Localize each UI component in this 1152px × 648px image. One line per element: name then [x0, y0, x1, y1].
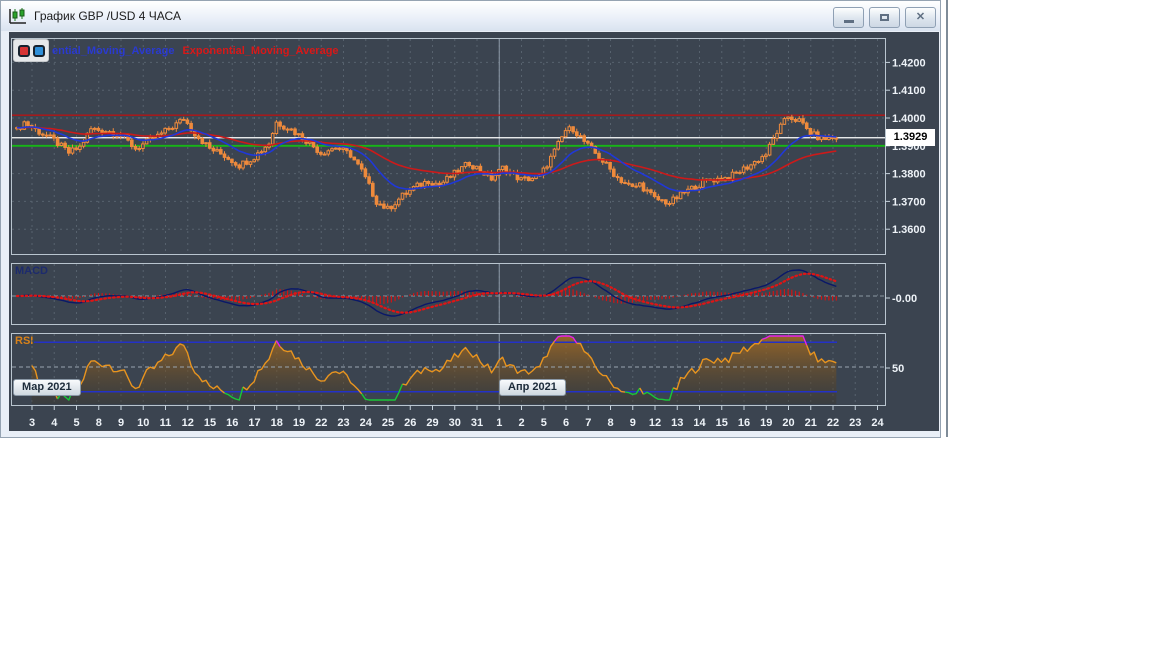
svg-text:7: 7: [585, 417, 591, 429]
svg-text:14: 14: [693, 417, 706, 429]
svg-text:16: 16: [226, 417, 238, 429]
indicator-legend: ential_Moving_Average Exponential_Moving…: [13, 39, 347, 62]
month-label-march: Мар 2021: [13, 379, 81, 396]
svg-text:3: 3: [29, 417, 35, 429]
svg-text:30: 30: [449, 417, 461, 429]
svg-text:1.4000: 1.4000: [892, 113, 926, 125]
svg-text:22: 22: [827, 417, 839, 429]
svg-text:29: 29: [426, 417, 438, 429]
svg-text:1: 1: [496, 417, 502, 429]
svg-text:5: 5: [73, 417, 79, 429]
svg-text:18: 18: [271, 417, 283, 429]
svg-text:19: 19: [760, 417, 772, 429]
candles: [15, 114, 839, 212]
svg-text:17: 17: [248, 417, 260, 429]
svg-text:9: 9: [630, 417, 636, 429]
svg-text:12: 12: [182, 417, 194, 429]
svg-text:1.3700: 1.3700: [892, 196, 926, 208]
svg-text:15: 15: [716, 417, 728, 429]
svg-text:31: 31: [471, 417, 483, 429]
svg-text:20: 20: [782, 417, 794, 429]
svg-text:6: 6: [563, 417, 569, 429]
chart-window: График GBP /USD 4 ЧАСА ✕ MACD RSI 1.4200…: [0, 0, 941, 438]
svg-text:25: 25: [382, 417, 394, 429]
svg-text:23: 23: [849, 417, 861, 429]
svg-text:50: 50: [892, 363, 904, 375]
ema-red-swatch[interactable]: [17, 44, 30, 57]
svg-text:1.3600: 1.3600: [892, 224, 926, 236]
svg-text:12: 12: [649, 417, 661, 429]
ema-blue-swatch[interactable]: [32, 44, 45, 57]
svg-text:-0.00: -0.00: [892, 293, 917, 305]
ema-fast-legend-label: ential_Moving_Average: [52, 44, 175, 57]
current-price-label: 1.3929: [886, 129, 935, 146]
svg-text:1.4200: 1.4200: [892, 57, 926, 69]
svg-text:16: 16: [738, 417, 750, 429]
svg-text:9: 9: [118, 417, 124, 429]
pane-divider[interactable]: [946, 0, 948, 437]
svg-text:21: 21: [805, 417, 817, 429]
svg-text:19: 19: [293, 417, 305, 429]
svg-text:22: 22: [315, 417, 327, 429]
svg-text:1.3800: 1.3800: [892, 169, 926, 181]
svg-text:10: 10: [137, 417, 149, 429]
svg-text:2: 2: [518, 417, 524, 429]
svg-text:23: 23: [337, 417, 349, 429]
legend-swatch-panel: [13, 39, 49, 62]
svg-text:26: 26: [404, 417, 416, 429]
svg-text:4: 4: [51, 417, 58, 429]
month-label-april: Апр 2021: [499, 379, 566, 396]
svg-text:15: 15: [204, 417, 216, 429]
svg-text:24: 24: [871, 417, 884, 429]
svg-text:1.4100: 1.4100: [892, 85, 926, 97]
svg-text:8: 8: [607, 417, 613, 429]
chart-canvas[interactable]: 1.42001.41001.40001.39001.38001.37001.36…: [1, 1, 942, 439]
svg-text:5: 5: [541, 417, 547, 429]
svg-text:8: 8: [96, 417, 102, 429]
ema-slow-legend-label: Exponential_Moving_Average: [182, 44, 339, 57]
svg-text:24: 24: [360, 417, 373, 429]
svg-text:13: 13: [671, 417, 683, 429]
svg-text:11: 11: [160, 417, 172, 429]
